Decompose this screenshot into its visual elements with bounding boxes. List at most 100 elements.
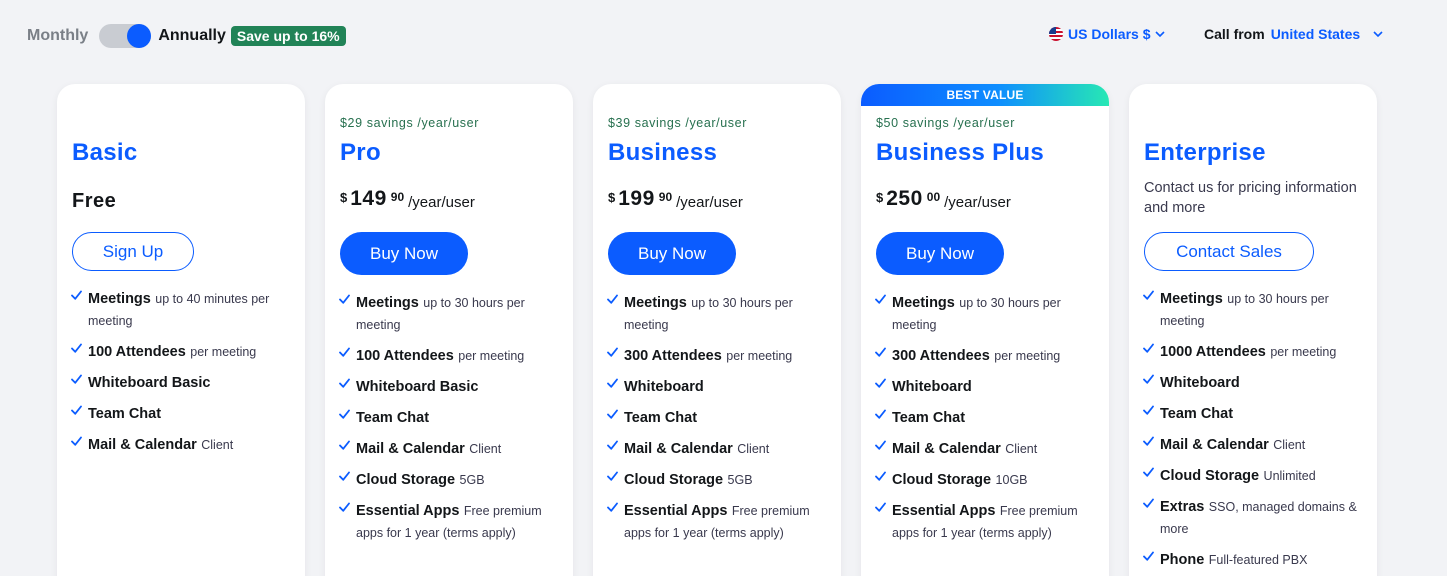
chevron-down-icon (1373, 31, 1383, 38)
feature-title: Meetings (356, 295, 419, 311)
feature-title: Team Chat (356, 410, 430, 426)
annually-label[interactable]: Annually (158, 27, 226, 45)
check-icon (339, 294, 350, 304)
call-from-label: Call from (1204, 26, 1265, 42)
feature-title: Team Chat (88, 406, 162, 422)
check-icon (339, 378, 350, 388)
price-period: /year/user (408, 194, 475, 211)
feature-title: Cloud Storage (892, 472, 992, 488)
feature-desc: 5GB (459, 473, 485, 487)
plan-price: $ 199 90 /year/user (608, 187, 743, 211)
feature-title: 300 Attendees (624, 348, 722, 364)
feature-title: Whiteboard (1160, 375, 1240, 391)
price-period: /year/user (944, 194, 1011, 211)
contact-text: Contact us for pricing information and m… (1144, 180, 1357, 216)
feature-list: Meetings up to 30 hours per meeting 100 A… (339, 292, 565, 553)
check-icon (875, 347, 886, 357)
feature-item: Whiteboard (1143, 372, 1369, 394)
check-icon (607, 378, 618, 388)
feature-desc: 10GB (995, 473, 1028, 487)
us-flag-icon (1049, 27, 1063, 41)
feature-item: Extras SSO, managed domains & more (1143, 496, 1369, 540)
feature-item: Team Chat (607, 407, 833, 429)
feature-item: Meetings up to 30 hours per meeting (875, 292, 1101, 336)
feature-item: Mail & Calendar Client (875, 438, 1101, 460)
feature-title: 1000 Attendees (1160, 344, 1266, 360)
feature-item: 300 Attendees per meeting (875, 345, 1101, 367)
check-icon (875, 409, 886, 419)
check-icon (71, 405, 82, 415)
feature-title: Essential Apps (892, 503, 996, 519)
feature-item: Whiteboard (607, 376, 833, 398)
call-from-selector[interactable]: Call from United States (1204, 26, 1384, 42)
feature-desc: Client (469, 442, 502, 456)
feature-list: Meetings up to 40 minutes per meeting 100… (71, 288, 297, 465)
feature-title: Mail & Calendar (88, 437, 197, 453)
price-currency: $ (876, 190, 884, 205)
plan-name: Enterprise (1144, 139, 1266, 166)
feature-title: Mail & Calendar (356, 441, 465, 457)
feature-desc: per meeting (190, 345, 257, 359)
contact-sales-button[interactable]: Contact Sales (1144, 232, 1314, 271)
feature-item: Mail & Calendar Client (71, 434, 297, 456)
sign-up-button[interactable]: Sign Up (72, 232, 194, 271)
feature-item: Essential Apps Free premium apps for 1 y… (339, 500, 565, 544)
feature-item: Cloud Storage 10GB (875, 469, 1101, 491)
buy-now-button[interactable]: Buy Now (608, 232, 736, 275)
feature-item: Team Chat (875, 407, 1101, 429)
save-badge: Save up to 16% (230, 26, 346, 46)
check-icon (875, 502, 886, 512)
feature-item: 1000 Attendees per meeting (1143, 341, 1369, 363)
check-icon (71, 343, 82, 353)
check-icon (339, 347, 350, 357)
price-amount: 199 (618, 187, 655, 210)
feature-title: Meetings (88, 291, 151, 307)
feature-item: Essential Apps Free premium apps for 1 y… (607, 500, 833, 544)
feature-title: Essential Apps (624, 503, 728, 519)
feature-desc: Client (1273, 438, 1306, 452)
check-icon (607, 347, 618, 357)
check-icon (1143, 343, 1154, 353)
price-currency: $ (340, 190, 348, 205)
price-currency: $ (608, 190, 616, 205)
feature-desc: Unlimited (1263, 469, 1316, 483)
top-bar: Monthly Annually Save up to 16% US Dolla… (0, 0, 1447, 70)
price-cents: 00 (926, 190, 941, 204)
plan-name: Pro (340, 139, 381, 166)
currency-selector[interactable]: US Dollars $ (1048, 26, 1166, 42)
feature-item: Whiteboard (875, 376, 1101, 398)
check-icon (71, 374, 82, 384)
best-value-banner: BEST VALUE (861, 84, 1109, 106)
check-icon (607, 409, 618, 419)
feature-title: Cloud Storage (1160, 468, 1260, 484)
feature-desc: 5GB (727, 473, 753, 487)
plan-price: Free (72, 190, 117, 212)
feature-item: Team Chat (1143, 403, 1369, 425)
chevron-down-icon (1155, 31, 1166, 38)
feature-item: 100 Attendees per meeting (339, 345, 565, 367)
check-icon (1143, 374, 1154, 384)
feature-desc: Client (1005, 442, 1038, 456)
feature-item: Whiteboard Basic (339, 376, 565, 398)
check-icon (875, 378, 886, 388)
plan-name: Basic (72, 139, 138, 166)
buy-now-button[interactable]: Buy Now (876, 232, 1004, 275)
buy-now-button[interactable]: Buy Now (340, 232, 468, 275)
billing-toggle-switch[interactable] (99, 24, 152, 48)
savings-text: $39 savings /year/user (608, 116, 747, 130)
feature-title: Meetings (1160, 291, 1223, 307)
feature-item: Meetings up to 40 minutes per meeting (71, 288, 297, 332)
check-icon (71, 436, 82, 446)
price-cents: 90 (390, 190, 405, 204)
price-amount: 250 (886, 187, 923, 210)
call-from-value: United States (1270, 26, 1361, 42)
check-icon (607, 440, 618, 450)
check-icon (1143, 498, 1154, 508)
check-icon (1143, 405, 1154, 415)
monthly-label[interactable]: Monthly (27, 27, 88, 45)
feature-item: Meetings up to 30 hours per meeting (607, 292, 833, 336)
feature-title: Team Chat (1160, 406, 1234, 422)
plan-card-business: $39 savings /year/user Business $ 199 90… (593, 84, 841, 576)
feature-item: Essential Apps Free premium apps for 1 y… (875, 500, 1101, 544)
plan-card-business-plus: BEST VALUE $50 savings /year/user Busine… (861, 84, 1109, 576)
